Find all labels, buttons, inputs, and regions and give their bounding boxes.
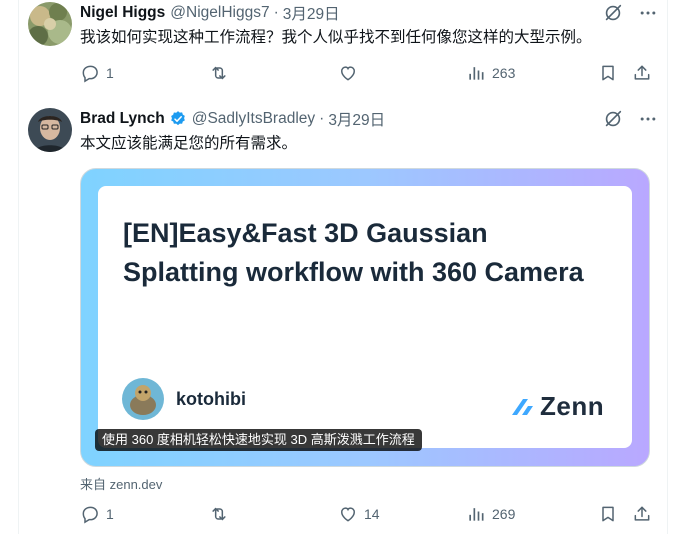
like-icon [340, 66, 356, 81]
avatar[interactable] [28, 108, 72, 152]
zenn-wordmark: Zenn [540, 391, 605, 421]
author-name[interactable]: Brad Lynch [80, 110, 165, 128]
reply-count: 1 [106, 506, 114, 522]
more-icon[interactable] [638, 109, 658, 129]
grok-icon[interactable] [602, 2, 624, 24]
bookmark-button[interactable] [598, 61, 618, 85]
share-icon [634, 506, 650, 521]
tweet-date[interactable]: 3月29日 [328, 108, 385, 130]
avatar-image [28, 2, 72, 46]
bookmark-icon [602, 506, 614, 522]
card-caption: 使用 360 度相机轻松快速地实现 3D 高斯泼溅工作流程 [95, 429, 422, 451]
card-source[interactable]: 来自 zenn.dev [80, 474, 162, 493]
tweet-actions: 1 263 [80, 61, 650, 85]
separator-dot: · [273, 4, 279, 21]
zenn-logo: Zenn [510, 391, 604, 422]
more-icon[interactable] [638, 3, 658, 23]
views-button[interactable]: 263 [466, 61, 515, 85]
author-name[interactable]: Nigel Higgs [80, 4, 165, 22]
share-button[interactable] [632, 502, 652, 526]
share-button[interactable] [632, 61, 652, 85]
views-count: 263 [492, 65, 516, 81]
views-count: 269 [492, 506, 516, 522]
bookmark-icon [602, 65, 614, 81]
card-title: [EN]Easy&Fast 3D Gaussian Splatting work… [123, 218, 584, 287]
separator-dot: · [319, 110, 325, 127]
tweet-actions: 1 14 269 [80, 502, 650, 526]
retweet-button[interactable] [208, 61, 236, 85]
avatar-image [28, 108, 72, 152]
tweet-top-actions [602, 108, 658, 130]
retweet-icon [212, 507, 226, 521]
like-icon [340, 507, 356, 522]
tweet-top-actions [602, 2, 658, 24]
reply-icon [82, 65, 98, 83]
avatar[interactable] [28, 2, 72, 46]
retweet-button[interactable] [208, 502, 236, 526]
zenn-logo-icon [512, 398, 533, 415]
bookmark-button[interactable] [598, 502, 618, 526]
card-author-avatar [122, 378, 164, 420]
reply-count: 1 [106, 65, 114, 81]
share-icon [634, 65, 650, 80]
tweet-header: Brad Lynch @SadlyItsBradley · 3月29日 [80, 108, 385, 130]
reply-button[interactable]: 1 [80, 61, 114, 85]
reply-icon [82, 506, 98, 524]
tweet-header: Nigel Higgs @NigelHiggs7 · 3月29日 [80, 2, 340, 24]
tweet-text: 我该如何实现这种工作流程？我个人似乎找不到任何像您这样的大型示例。 [80, 29, 592, 46]
grok-icon[interactable] [602, 108, 624, 130]
card-author-name: kotohibi [176, 389, 246, 409]
author-handle[interactable]: @NigelHiggs7 [170, 4, 269, 22]
author-handle[interactable]: @SadlyItsBradley [192, 110, 315, 128]
tweet-nigel-higgs[interactable]: Nigel Higgs @NigelHiggs7 · 3月29日 我该如何实现这… [28, 0, 658, 100]
verified-badge-icon [169, 110, 187, 128]
tweet-brad-lynch[interactable]: Brad Lynch @SadlyItsBradley · 3月29日 本文应该… [28, 106, 658, 534]
card-preview-image: [EN]Easy&Fast 3D Gaussian Splatting work… [98, 186, 632, 448]
views-icon [469, 67, 484, 80]
timeline-border-right [667, 0, 668, 534]
views-button[interactable]: 269 [466, 502, 515, 526]
like-button[interactable]: 14 [338, 502, 380, 526]
tweet-date[interactable]: 3月29日 [283, 2, 340, 24]
tweet-text: 本文应该能满足您的所有需求。 [80, 135, 298, 152]
retweet-icon [212, 66, 226, 80]
like-count: 14 [364, 506, 380, 522]
link-card[interactable]: [EN]Easy&Fast 3D Gaussian Splatting work… [80, 168, 650, 467]
reply-button[interactable]: 1 [80, 502, 114, 526]
like-button[interactable] [338, 61, 364, 85]
timeline-border-left [18, 0, 19, 534]
views-icon [469, 508, 484, 521]
